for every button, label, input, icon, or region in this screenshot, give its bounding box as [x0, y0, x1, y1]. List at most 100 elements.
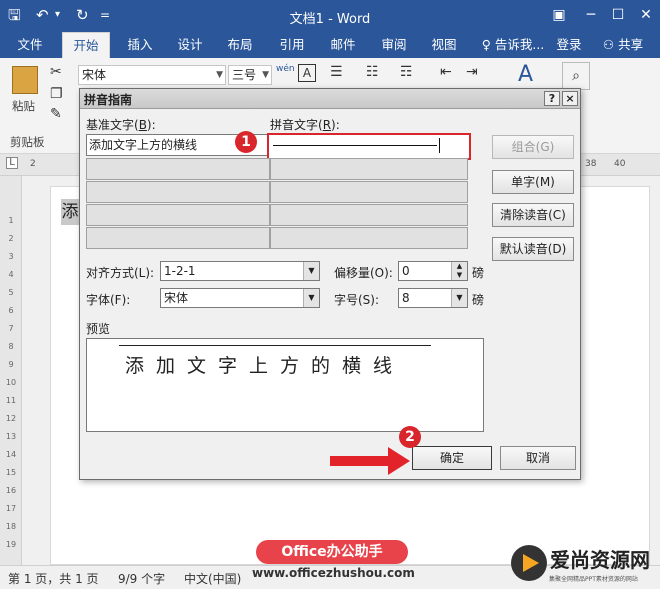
ok-button[interactable]: 确定	[412, 446, 492, 470]
chevron-down-icon: ▼	[216, 70, 223, 80]
phonetic-guide-icon[interactable]: wén	[276, 64, 295, 74]
base-text-field-empty[interactable]	[86, 204, 270, 226]
vertical-ruler[interactable]: 1 2 3 4 5 6 7 8 9 10 11 12 13 14 15 16 17 18 19	[0, 176, 22, 565]
increase-indent-icon[interactable]: ⇥	[466, 64, 478, 80]
selected-text[interactable]: 添	[61, 199, 79, 225]
paste-label[interactable]: 粘贴	[12, 98, 35, 114]
multilevel-list-icon[interactable]: ☶	[400, 64, 413, 80]
base-text-field-empty[interactable]	[86, 158, 270, 180]
size-select[interactable]: 8 ▼	[398, 288, 468, 308]
clear-reading-button[interactable]: 清除读音(C)	[492, 203, 574, 227]
ruler-number: 13	[5, 432, 17, 441]
tell-me-box[interactable]: ♀ 告诉我...	[476, 32, 550, 58]
tab-view[interactable]: 视图	[422, 32, 466, 58]
bullets-icon[interactable]: ☰	[330, 64, 343, 80]
title-bar: 🖫 ↶ ▾ ↻ = 文档1 - Word ▣ ─ ☐ ✕	[0, 0, 660, 32]
watermark-badge: Office办公助手	[256, 540, 408, 564]
ruler-number: 11	[5, 396, 17, 405]
tab-selector-icon[interactable]: L	[6, 157, 18, 169]
watermark-site: 爱尚资源网	[550, 548, 650, 572]
watermark-url: www.officezhushou.com	[252, 566, 415, 580]
styles-icon[interactable]: A	[518, 62, 533, 87]
ruler-number: 17	[5, 504, 17, 513]
ruler-number: 6	[8, 306, 14, 315]
cancel-button[interactable]: 取消	[500, 446, 576, 470]
dialog-help-button[interactable]: ?	[544, 91, 560, 106]
find-icon[interactable]: ⌕	[562, 62, 590, 90]
tab-layout[interactable]: 布局	[218, 32, 262, 58]
pinyin-text-field[interactable]	[267, 133, 471, 160]
spinner-arrows-icon[interactable]: ▲ ▼	[451, 262, 467, 280]
ruler-number: 12	[5, 414, 17, 423]
font-select[interactable]: 宋体 ▼	[160, 288, 320, 308]
language-status[interactable]: 中文(中国)	[184, 570, 241, 587]
preview-text: 添加文字上方的横线	[125, 355, 405, 377]
font-name-value: 宋体	[82, 68, 107, 82]
tab-insert[interactable]: 插入	[118, 32, 162, 58]
format-painter-icon[interactable]: ✎	[50, 106, 62, 122]
pointer-arrow-icon	[330, 447, 410, 475]
tab-home[interactable]: 开始	[62, 32, 110, 58]
combine-button[interactable]: 组合(G)	[492, 135, 574, 159]
tab-review[interactable]: 审阅	[372, 32, 416, 58]
character-border-icon[interactable]: A	[298, 64, 316, 82]
ruler-number: 1	[8, 216, 14, 225]
step-badge-2: 2	[399, 426, 421, 448]
preview-overline	[119, 345, 431, 346]
offset-unit: 磅	[472, 266, 485, 280]
size-label: 字号(S):	[334, 293, 380, 307]
ribbon-display-options-icon[interactable]: ▣	[545, 4, 573, 26]
size-unit: 磅	[472, 293, 485, 307]
minimize-button[interactable]: ─	[577, 4, 605, 26]
ruler-number: 14	[5, 450, 17, 459]
dialog-close-button[interactable]: ×	[562, 91, 578, 106]
tab-design[interactable]: 设计	[168, 32, 212, 58]
base-text-field-empty[interactable]	[86, 181, 270, 203]
login-link[interactable]: 登录	[552, 32, 586, 58]
close-button[interactable]: ✕	[632, 4, 660, 26]
pinyin-text-field-empty[interactable]	[270, 158, 468, 180]
share-label: 共享	[618, 37, 644, 52]
default-reading-button[interactable]: 默认读音(D)	[492, 237, 574, 261]
font-size-select[interactable]: 三号 ▼	[228, 65, 272, 85]
font-label: 字体(F):	[86, 293, 131, 307]
font-name-select[interactable]: 宋体 ▼	[78, 65, 226, 85]
paste-icon[interactable]	[12, 66, 38, 94]
alignment-select[interactable]: 1-2-1 ▼	[160, 261, 320, 281]
ruler-number: 9	[8, 360, 14, 369]
pinyin-text-field-empty[interactable]	[270, 181, 468, 203]
size-value: 8	[402, 291, 410, 305]
numbering-icon[interactable]: ☷	[366, 64, 379, 80]
ruler-number: 2	[8, 234, 14, 243]
preview-label: 预览	[86, 322, 111, 336]
preview-box: 添加文字上方的横线	[86, 338, 484, 432]
pinyin-text-field-empty[interactable]	[270, 227, 468, 249]
offset-value: 0	[402, 264, 410, 278]
copy-icon[interactable]: ❐	[50, 86, 63, 102]
play-logo-icon	[511, 545, 547, 581]
ruler-number: 16	[5, 486, 17, 495]
offset-spinner[interactable]: 0 ▲ ▼	[398, 261, 468, 281]
text-cursor	[439, 138, 440, 153]
maximize-button[interactable]: ☐	[604, 4, 632, 26]
single-char-button[interactable]: 单字(M)	[492, 170, 574, 194]
tab-file[interactable]: 文件	[8, 32, 52, 58]
chevron-down-icon: ▼	[451, 289, 467, 307]
decrease-indent-icon[interactable]: ⇤	[440, 64, 452, 80]
base-text-field-empty[interactable]	[86, 227, 270, 249]
page-count[interactable]: 第 1 页，共 1 页	[8, 570, 99, 587]
ruler-number: 3	[8, 252, 14, 261]
ruler-number: 5	[8, 288, 14, 297]
tab-references[interactable]: 引用	[270, 32, 314, 58]
ruler-number: 19	[5, 540, 17, 549]
tab-mailings[interactable]: 邮件	[321, 32, 365, 58]
word-count[interactable]: 9/9 个字	[118, 570, 165, 587]
cut-icon[interactable]: ✂	[50, 64, 62, 80]
ruler-number: 18	[5, 522, 17, 531]
ruler-number: 4	[8, 270, 14, 279]
share-button[interactable]: ⚇ 共享	[592, 32, 654, 58]
pinyin-text-field-empty[interactable]	[270, 204, 468, 226]
ruler-tick: 40	[614, 159, 626, 169]
phonetic-guide-dialog: 拼音指南 ? × 基准文字(B): 拼音文字(R): 添加文字上方的横线 组合(…	[79, 88, 581, 480]
person-icon: ⚇	[602, 37, 619, 52]
